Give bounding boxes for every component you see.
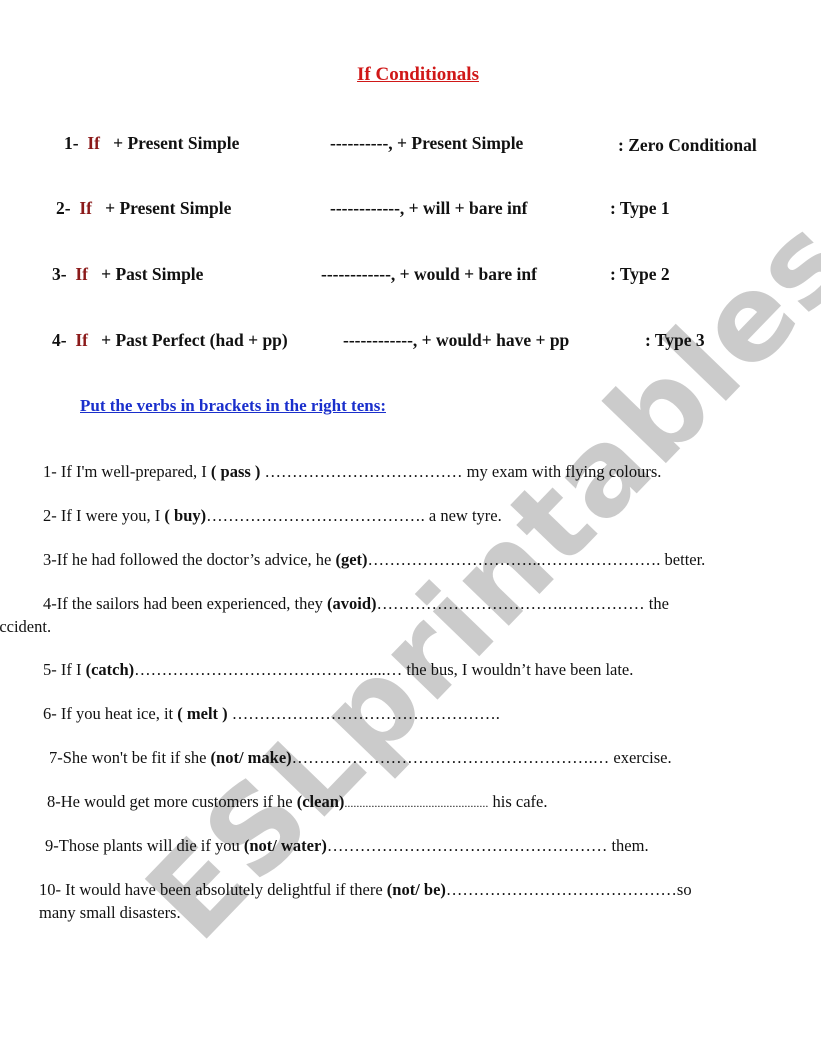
sentence-end: better. — [660, 550, 706, 569]
exercise-item-4-continuation: accident. — [0, 617, 52, 636]
exercise-item-10: 10- It would have been absolutely deligh… — [39, 880, 692, 900]
sentence-end: a new tyre. — [424, 506, 502, 525]
if-keyword: If — [87, 133, 100, 153]
rule-1-type: : Zero Conditional — [618, 135, 757, 155]
exercise-item-4: 4-If the sailors had been experienced, t… — [43, 594, 669, 614]
sentence-start: 3-If he had followed the doctor’s advice… — [43, 550, 336, 569]
answer-gap[interactable]: …………………………………………… — [327, 836, 608, 855]
rule-1-main-clause: ----------, + Present Simple — [330, 133, 524, 153]
if-clause-tense: + Past Simple — [101, 264, 204, 284]
if-keyword: If — [79, 198, 92, 218]
exercise-item-6: 6- If you heat ice, it ( melt ) ……………………… — [43, 704, 500, 724]
rule-4-type: : Type 3 — [645, 330, 705, 350]
verb-prompt: ( pass ) — [210, 462, 261, 481]
sentence-start: 6- If you heat ice, it — [43, 704, 178, 723]
sentence-start: 5- If I — [43, 660, 86, 679]
sentence-start: 10- It would have been absolutely deligh… — [39, 880, 387, 899]
page-title: If Conditionals — [357, 64, 479, 85]
rule-4-main-clause: ------------, + would+ have + pp — [343, 330, 570, 350]
rule-1-if-clause: 1- If + Present Simple — [64, 133, 239, 154]
sentence-start: 7-She won't be fit if she — [49, 748, 211, 767]
rule-3-type: : Type 2 — [610, 264, 670, 284]
if-clause-tense: + Present Simple — [113, 133, 240, 153]
rule-number: 2- — [56, 198, 71, 218]
rule-number: 3- — [52, 264, 67, 284]
verb-prompt: (not/ make) — [210, 748, 292, 767]
answer-gap[interactable]: …………………………..…………………. — [368, 550, 661, 569]
verb-prompt: ( buy) — [164, 506, 207, 525]
sentence-end: the bus, I wouldn’t have been late. — [402, 660, 634, 679]
answer-gap[interactable]: …………………………….…………… — [377, 594, 645, 613]
answer-gap[interactable]: …………………………………… — [446, 880, 677, 899]
verb-prompt: (avoid) — [327, 594, 377, 613]
rule-number: 1- — [64, 133, 79, 153]
exercise-item-8: 8-He would get more customers if he (cle… — [47, 792, 548, 812]
rule-2-main-clause: ------------, + will + bare inf — [330, 198, 528, 218]
answer-gap[interactable]: ........................................… — [344, 796, 488, 810]
rule-4-if-clause: 4- If + Past Perfect (had + pp) — [52, 330, 288, 351]
if-keyword: If — [75, 264, 88, 284]
exercise-item-9: 9-Those plants will die if you (not/ wat… — [45, 836, 649, 856]
if-keyword: If — [75, 330, 88, 350]
verb-prompt: (not/ water) — [243, 836, 327, 855]
exercise-item-5: 5- If I (catch)…………………………………….....… the … — [43, 660, 633, 680]
sentence-start: 8-He would get more customers if he — [47, 792, 297, 811]
sentence-start: 4-If the sailors had been experienced, t… — [43, 594, 328, 613]
answer-gap[interactable]: ……………………………… — [260, 462, 463, 481]
sentence-end: my exam with flying colours. — [462, 462, 662, 481]
sentence-start: 9-Those plants will die if you — [45, 836, 244, 855]
sentence-end: so — [676, 880, 692, 899]
exercise-item-10-continuation: many small disasters. — [39, 903, 181, 922]
answer-gap[interactable]: ……………………………………………….… — [292, 748, 610, 767]
rule-3-if-clause: 3- If + Past Simple — [52, 264, 203, 285]
if-clause-tense: + Past Perfect (had + pp) — [101, 330, 288, 350]
rule-2-if-clause: 2- If + Present Simple — [56, 198, 231, 219]
rule-number: 4- — [52, 330, 67, 350]
sentence-start: 1- If I'm well-prepared, I — [43, 462, 211, 481]
exercise-item-1: 1- If I'm well-prepared, I ( pass ) …………… — [43, 462, 661, 482]
answer-gap[interactable]: …………………………………….....… — [134, 660, 402, 679]
verb-prompt: (get) — [335, 550, 368, 569]
rule-3-main-clause: ------------, + would + bare inf — [321, 264, 537, 284]
sentence-start: 2- If I were you, I — [43, 506, 165, 525]
sentence-end: exercise. — [609, 748, 672, 767]
exercise-item-7: 7-She won't be fit if she (not/ make)………… — [49, 748, 672, 768]
exercise-instruction: Put the verbs in brackets in the right t… — [80, 396, 386, 415]
exercise-item-3: 3-If he had followed the doctor’s advice… — [43, 550, 705, 570]
verb-prompt: (catch) — [85, 660, 135, 679]
sentence-end: them. — [607, 836, 649, 855]
sentence-end: the — [644, 594, 669, 613]
sentence-end: his cafe. — [488, 792, 548, 811]
answer-gap[interactable]: …………………………………………. — [228, 704, 500, 723]
answer-gap[interactable]: …………………………………. — [206, 506, 425, 525]
if-clause-tense: + Present Simple — [105, 198, 232, 218]
exercise-item-2: 2- If I were you, I ( buy)………………………………….… — [43, 506, 502, 526]
verb-prompt: (clean) — [296, 792, 345, 811]
rule-2-type: : Type 1 — [610, 198, 670, 218]
worksheet-page: ESLprintables.com If Conditionals 1- If … — [0, 0, 821, 1062]
verb-prompt: ( melt ) — [177, 704, 228, 723]
verb-prompt: (not/ be) — [386, 880, 446, 899]
